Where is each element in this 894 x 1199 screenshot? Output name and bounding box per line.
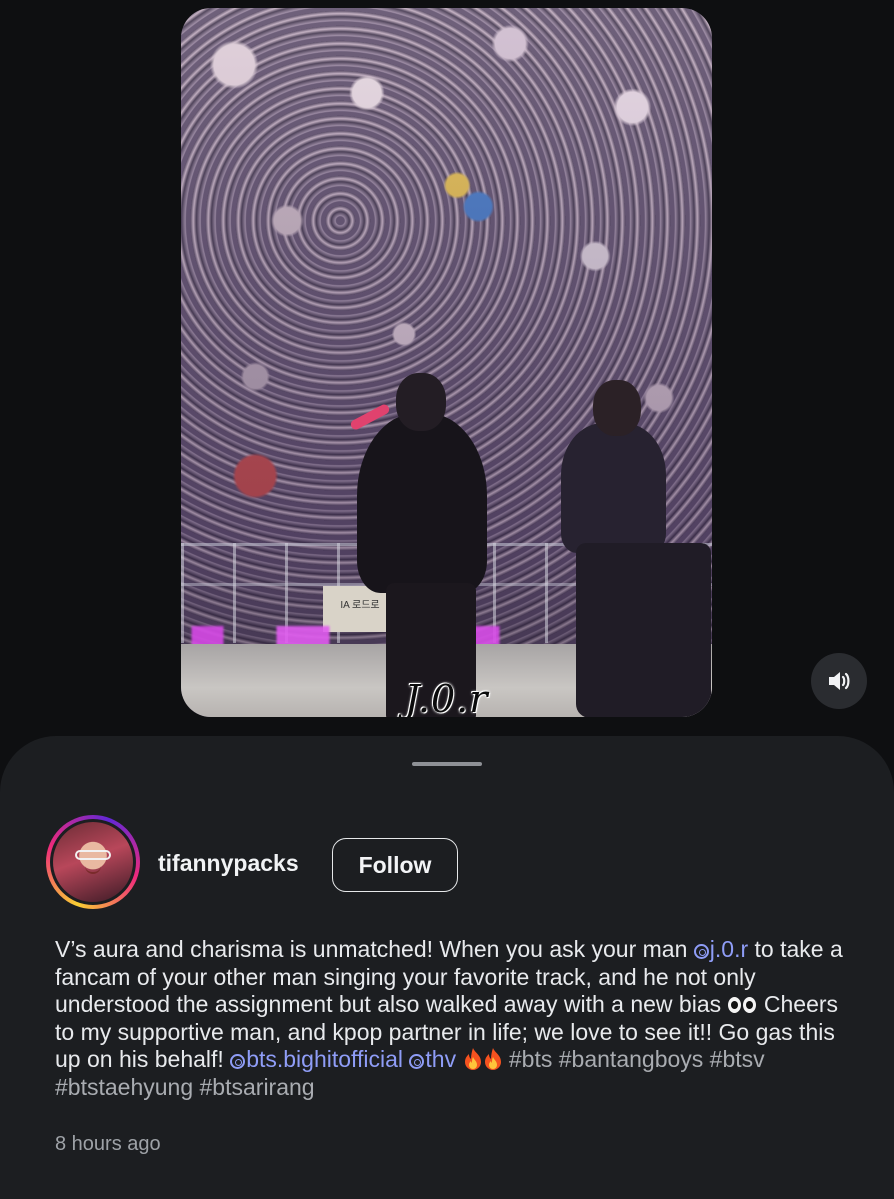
threads-icon (409, 1054, 425, 1069)
performer-right (561, 423, 666, 553)
hashtag-link[interactable]: #btsarirang (200, 1074, 315, 1100)
smile-detail (85, 866, 101, 874)
mute-toggle-button[interactable] (811, 653, 867, 709)
performer-left-head (396, 373, 446, 431)
threads-icon (230, 1054, 246, 1069)
fire-emoji-icon (484, 1048, 501, 1070)
post-caption: V’s aura and charisma is unmatched! When… (55, 936, 855, 1101)
glasses-detail (75, 850, 111, 860)
threads-icon (693, 944, 709, 959)
mention-thv-link[interactable]: thv (409, 1046, 456, 1072)
hashtag-link[interactable]: #btsv (710, 1046, 765, 1072)
sheet-drag-handle[interactable] (412, 762, 482, 766)
performer-right-head (593, 380, 641, 436)
hashtag-link[interactable]: #bts (509, 1046, 552, 1072)
eyes-emoji-icon (727, 995, 758, 1015)
post-timestamp: 8 hours ago (55, 1133, 161, 1155)
speaker-volume-icon (829, 672, 850, 690)
mention-jor-link[interactable]: j.0.r (693, 936, 749, 962)
performer-left (357, 413, 487, 593)
username-link[interactable]: tifannypacks (158, 850, 299, 877)
video-player[interactable]: IA 로드로 J.0.r (181, 8, 712, 717)
video-watermark: J.0.r (404, 677, 489, 717)
hashtag-link[interactable]: #bantangboys (559, 1046, 704, 1072)
caption-text: V’s aura and charisma is unmatched! When… (55, 936, 694, 962)
screen: IA 로드로 J.0.r tifannypacks Follow V’s aur… (0, 0, 894, 1199)
avatar-frame (50, 819, 136, 905)
avatar-story-ring[interactable] (46, 815, 140, 909)
follow-button[interactable]: Follow (332, 838, 458, 892)
fire-emoji-icon (464, 1048, 481, 1070)
post-details-sheet: tifannypacks Follow V’s aura and charism… (0, 736, 894, 1199)
mention-bighit-label: bts.bighitofficial (246, 1046, 404, 1072)
hashtag-link[interactable]: #btstaehyung (55, 1074, 193, 1100)
mention-bighit-link[interactable]: bts.bighitofficial (230, 1046, 403, 1072)
avatar (53, 822, 133, 902)
mention-jor-label: j.0.r (709, 936, 749, 962)
mention-thv-label: thv (425, 1046, 457, 1072)
